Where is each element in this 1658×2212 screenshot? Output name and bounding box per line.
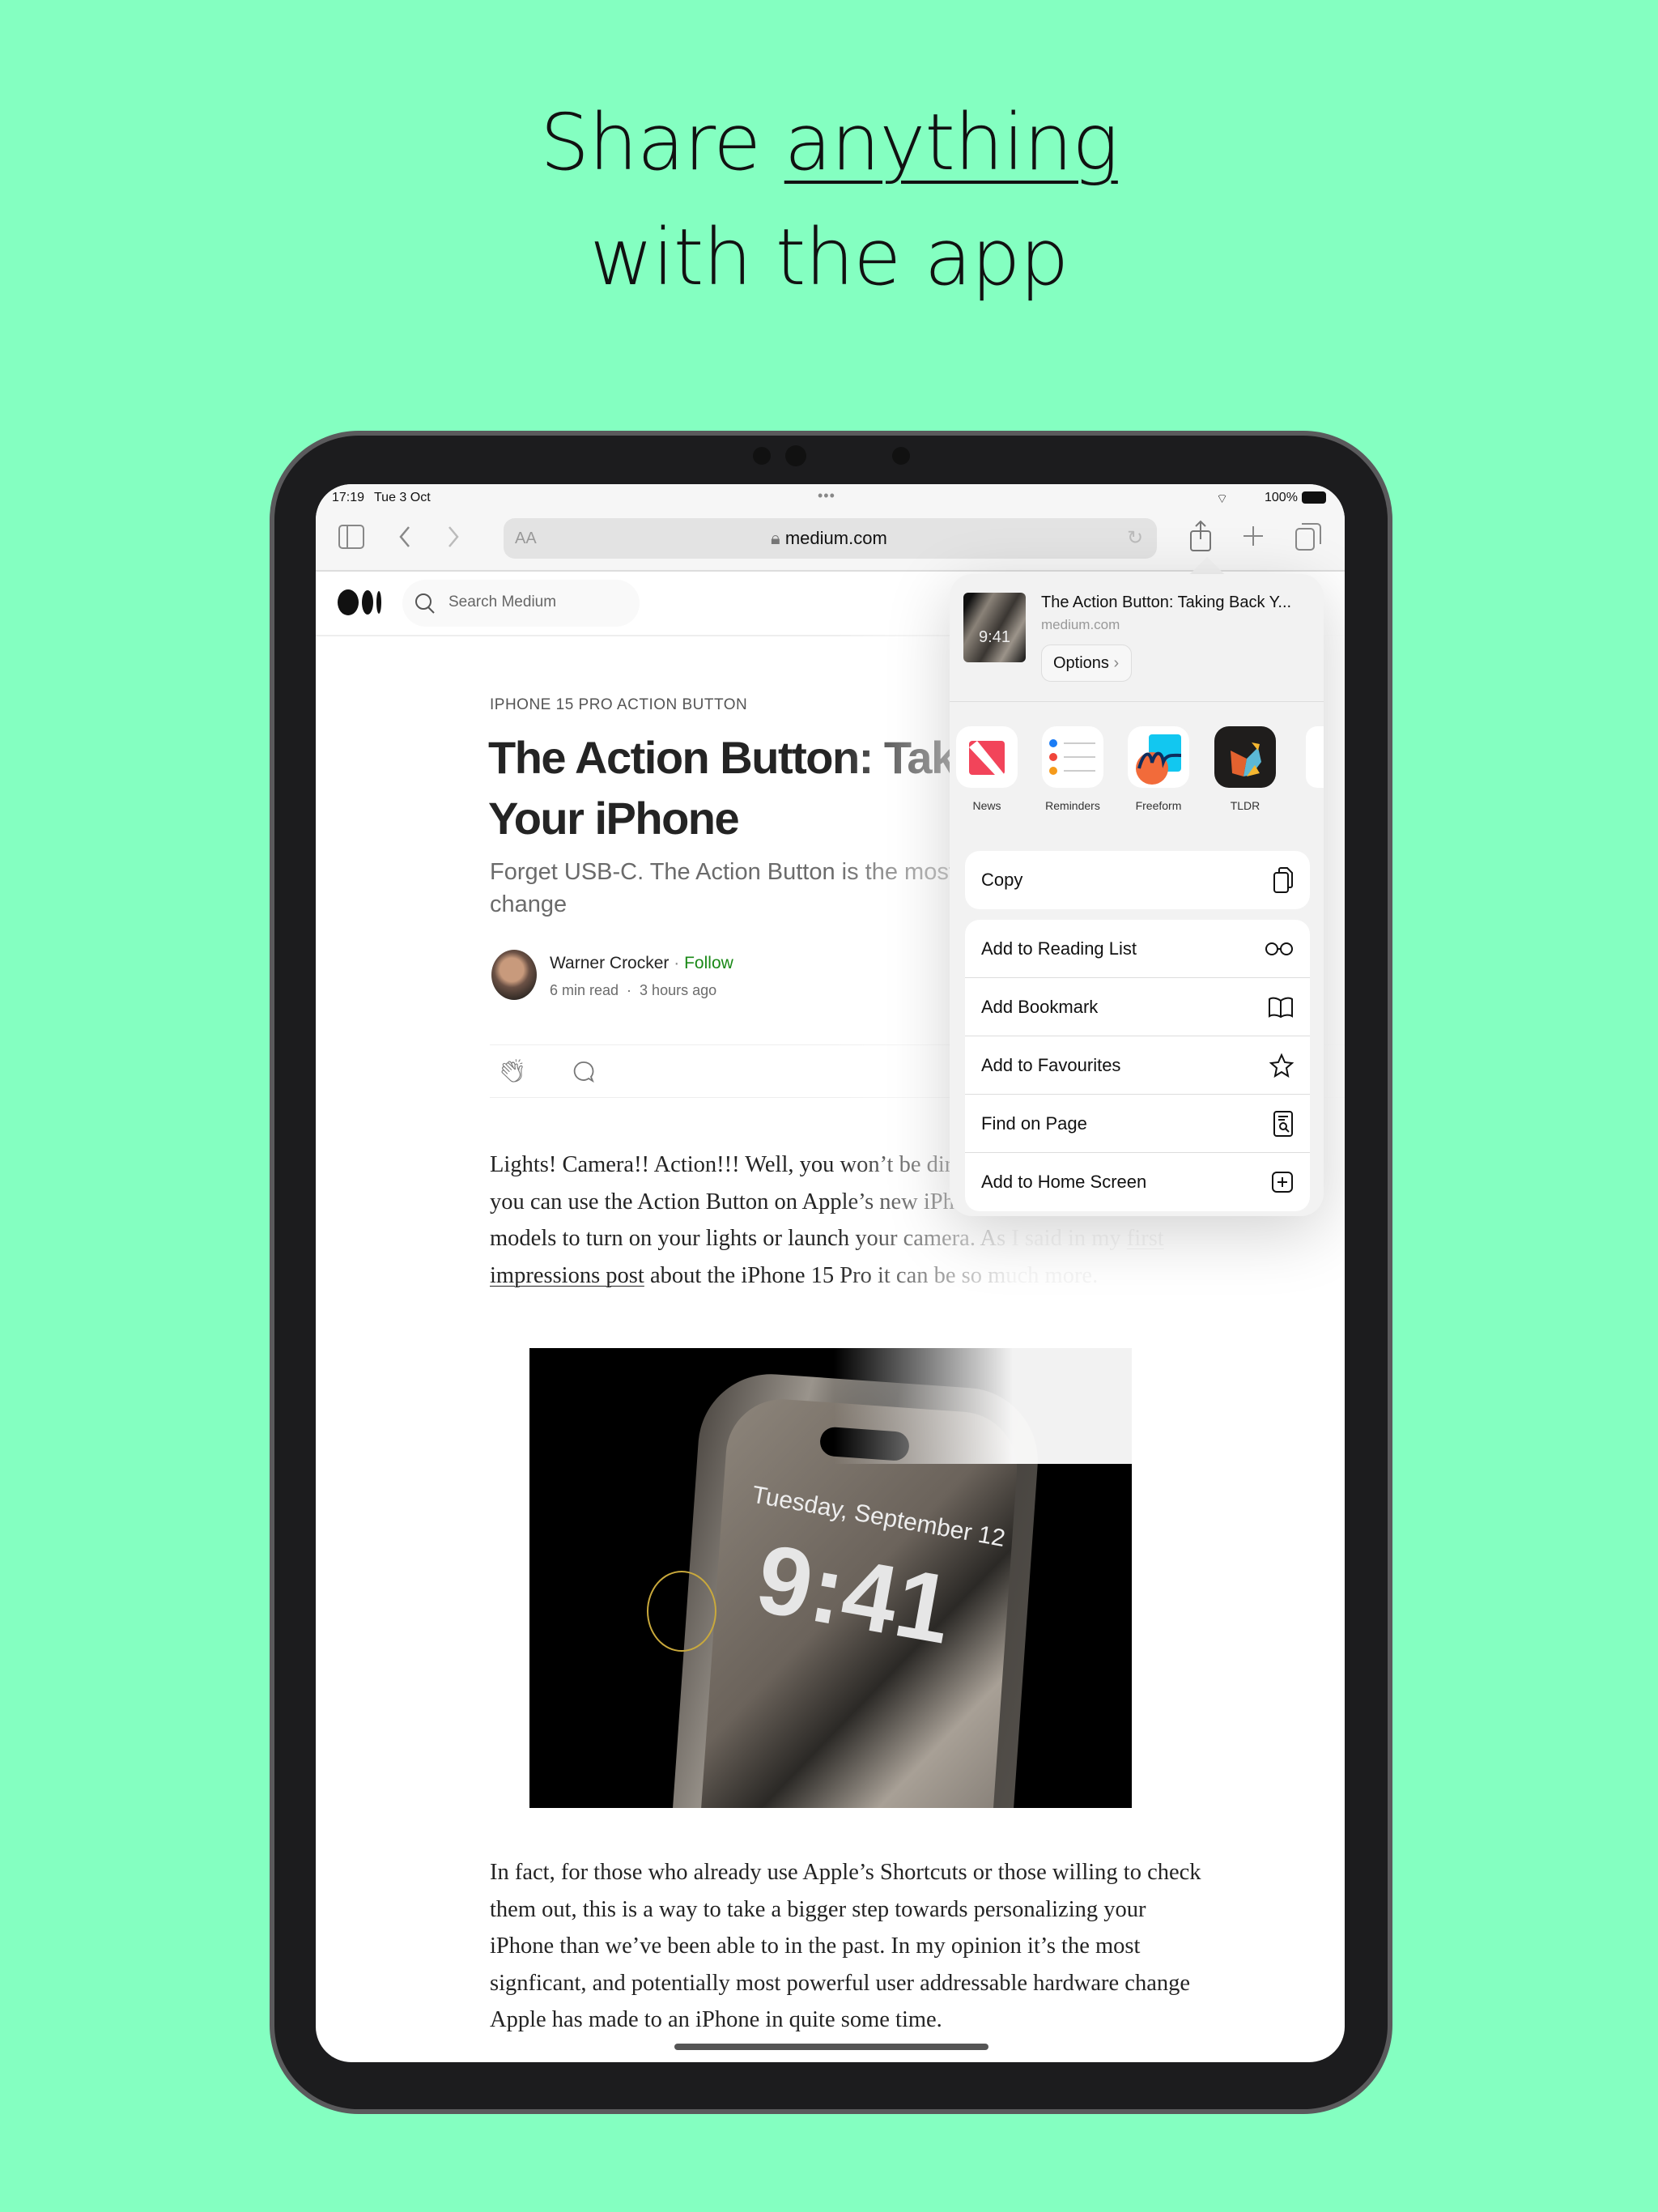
search-input[interactable]: Search Medium — [402, 580, 640, 627]
more-apps-peek[interactable] — [1306, 726, 1324, 788]
chevron-right-icon: › — [1113, 654, 1120, 672]
battery-percent: 100% — [1265, 491, 1298, 504]
reminders-app-icon — [1042, 726, 1103, 788]
add-to-reading-list-action[interactable]: Add to Reading List — [965, 920, 1310, 978]
sidebar-icon[interactable] — [338, 525, 364, 549]
star-icon — [1269, 1053, 1294, 1078]
copy-icon — [1273, 866, 1294, 894]
wifi-icon: ⌔ — [1216, 492, 1229, 506]
copy-group: Copy — [965, 851, 1310, 909]
lock-icon: 🔒︎ — [771, 528, 780, 548]
status-time: 17:19 — [332, 491, 365, 504]
address-bar[interactable]: AA 🔒︎ medium.com ↻ — [504, 518, 1157, 559]
text-line: iPhone than we’ve been able to in the pa… — [490, 1933, 1141, 1959]
book-icon — [1268, 996, 1294, 1019]
promo-emphasis: anything — [784, 97, 1119, 188]
action-label: Add Bookmark — [981, 996, 1099, 1017]
glasses-icon — [1265, 941, 1294, 957]
action-label: Add to Home Screen — [981, 1172, 1147, 1192]
clap-icon[interactable]: 👏︎ — [498, 1057, 527, 1084]
options-button[interactable]: Options › — [1041, 644, 1132, 682]
actions-group: Add to Reading List Add Bookmark Add to … — [965, 920, 1310, 1211]
options-label: Options — [1053, 654, 1109, 672]
article-kicker: IPHONE 15 PRO ACTION BUTTON — [490, 696, 748, 713]
action-label: Copy — [981, 870, 1023, 890]
reader-button[interactable]: AA — [515, 530, 537, 548]
app-label: News — [972, 799, 1001, 812]
search-placeholder: Search Medium — [449, 593, 557, 610]
news-app-icon — [956, 726, 1018, 788]
comment-icon[interactable] — [573, 1061, 594, 1083]
promo-text: Share — [540, 97, 784, 188]
back-icon[interactable] — [397, 525, 413, 549]
author-line: Warner Crocker · Follow — [550, 954, 733, 972]
action-label: Add to Favourites — [981, 1054, 1121, 1075]
add-bookmark-action[interactable]: Add Bookmark — [965, 978, 1310, 1036]
promo-line-2: with the app — [589, 212, 1069, 303]
tldr-app-icon — [1214, 726, 1276, 788]
action-label: Add to Reading List — [981, 938, 1137, 959]
new-tab-icon[interactable] — [1242, 525, 1265, 547]
share-icon[interactable] — [1188, 520, 1213, 552]
article-meta: 6 min read · 3 hours ago — [550, 982, 717, 998]
share-app-tldr[interactable]: TLDR — [1210, 726, 1280, 812]
safari-toolbar: 17:19 Tue 3 Oct ••• ⌔ 100% AA 🔒︎ medium.… — [316, 484, 1345, 572]
copy-action[interactable]: Copy — [965, 851, 1310, 909]
plus-square-icon — [1271, 1171, 1294, 1193]
share-app-freeform[interactable]: Freeform — [1124, 726, 1193, 812]
forward-icon[interactable] — [445, 525, 461, 549]
action-label: Find on Page — [981, 1112, 1087, 1134]
app-label: Reminders — [1045, 799, 1100, 812]
text-line: Apple has made to an iPhone in quite som… — [490, 2007, 942, 2032]
front-camera — [785, 445, 806, 466]
add-to-favourites-action[interactable]: Add to Favourites — [965, 1036, 1310, 1095]
share-app-reminders[interactable]: Reminders — [1038, 726, 1107, 812]
add-to-home-screen-action[interactable]: Add to Home Screen — [965, 1153, 1310, 1211]
text-line: In fact, for those who already use Apple… — [490, 1860, 1201, 1885]
app-label: TLDR — [1230, 799, 1261, 812]
share-app-news[interactable]: News — [952, 726, 1022, 812]
home-indicator[interactable] — [674, 2044, 988, 2050]
ipad-screen: 17:19 Tue 3 Oct ••• ⌔ 100% AA 🔒︎ medium.… — [316, 484, 1345, 2062]
search-icon — [414, 592, 436, 615]
url-text: 🔒︎ medium.com — [771, 528, 887, 549]
follow-link[interactable]: Follow — [684, 954, 733, 972]
paragraph-2: In fact, for those who already use Apple… — [490, 1854, 1201, 2039]
first-impressions-link[interactable]: impressions post — [490, 1263, 644, 1288]
url-value: medium.com — [784, 528, 887, 548]
sensor — [753, 447, 771, 465]
status-date: Tue 3 Oct — [374, 491, 431, 504]
reload-icon[interactable]: ↻ — [1127, 526, 1143, 550]
read-time: 6 min read — [550, 982, 619, 998]
share-domain: medium.com — [1041, 617, 1120, 632]
battery-icon — [1302, 491, 1326, 504]
action-button-highlight — [647, 1571, 716, 1652]
share-thumbnail: 9:41 — [963, 593, 1026, 662]
freeform-app-icon — [1128, 726, 1189, 788]
text-line: them out, this is a way to take a bigger… — [490, 1896, 1146, 1922]
author-name[interactable]: Warner Crocker — [550, 954, 669, 972]
share-sheet: 9:41 The Action Button: Taking Back Y...… — [950, 574, 1324, 1216]
posted-time: 3 hours ago — [640, 982, 717, 998]
app-label: Freeform — [1135, 799, 1182, 812]
tabs-icon[interactable] — [1295, 523, 1321, 551]
promo-line-1: Share anything — [0, 97, 1658, 188]
text-line: signficant, and potentially most powerfu… — [490, 1970, 1190, 1996]
multitasking-dots-icon[interactable]: ••• — [818, 487, 835, 504]
sensor — [892, 447, 910, 465]
find-on-page-action[interactable]: Find on Page — [965, 1095, 1310, 1153]
find-page-icon — [1273, 1110, 1294, 1138]
share-title: The Action Button: Taking Back Y... — [1041, 593, 1292, 611]
medium-logo-icon[interactable] — [338, 586, 383, 619]
author-avatar[interactable] — [491, 950, 537, 1000]
divider — [950, 701, 1324, 702]
